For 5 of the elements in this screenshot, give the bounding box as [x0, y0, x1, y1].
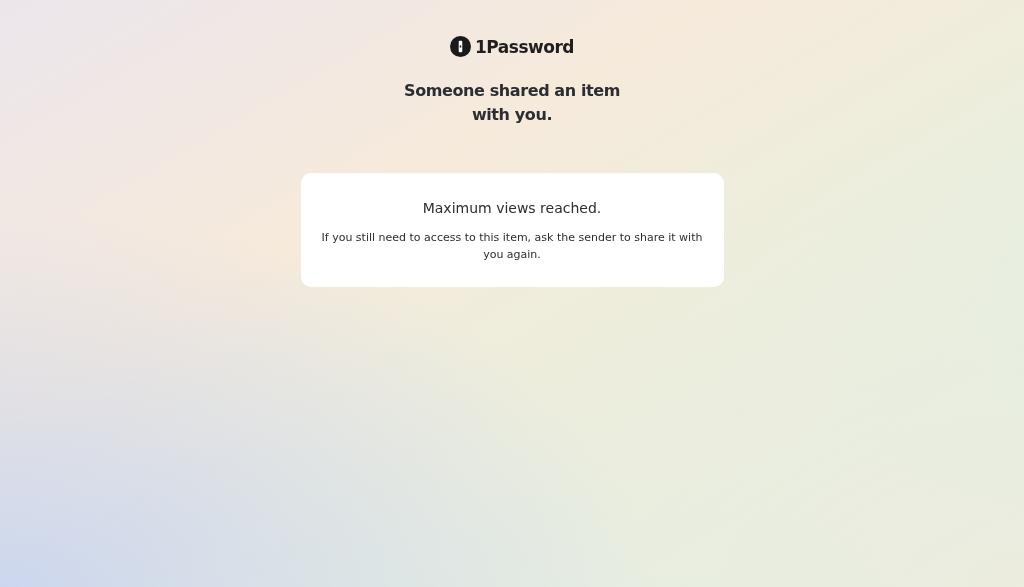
brand-name: 1Password: [475, 36, 574, 57]
card-message: If you still need to access to this item, ask the sender to share it with you again.: [320, 230, 704, 263]
page-heading: Someone shared an item with you.: [403, 80, 621, 126]
card-title: Maximum views reached.: [421, 200, 603, 216]
keyhole-icon: [450, 36, 471, 57]
